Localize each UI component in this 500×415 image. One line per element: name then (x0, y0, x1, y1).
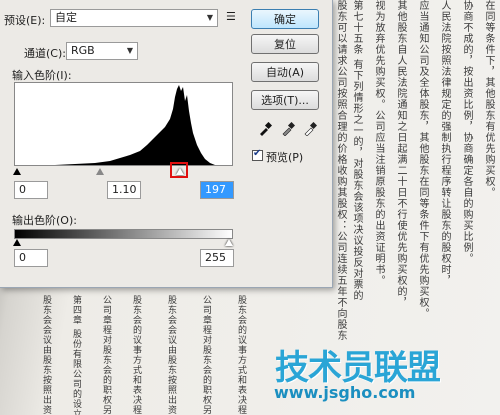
output-black-field[interactable]: 0 (14, 249, 48, 267)
input-black-field[interactable]: 0 (14, 181, 48, 199)
output-levels-label: 输出色阶(O): (12, 214, 77, 227)
watermark-url: www.jsgho.com (274, 383, 416, 402)
output-gradient (14, 229, 233, 239)
doc-column: 协商不成的，按出资比例，协商确定各自的购买比例。 (461, 0, 472, 264)
input-slider-track (14, 166, 233, 176)
ok-button[interactable]: 确定 (251, 9, 319, 29)
output-black-slider[interactable] (13, 239, 21, 246)
chevron-down-icon: ▼ (126, 46, 133, 55)
input-gamma-field[interactable]: 1.10 (107, 181, 141, 199)
input-levels-label: 输入色阶(I): (12, 69, 72, 82)
watermark-logo: 技术员联盟 (275, 348, 441, 388)
doc-column: 股东会的议事方式和表决程序，除本法有规定的外 (236, 295, 246, 415)
input-gamma-slider[interactable] (96, 168, 104, 175)
chevron-down-icon: ▼ (206, 13, 213, 22)
preview-label: 预览(P) (266, 151, 304, 164)
doc-column: 在同等条件下，其他股东有优先购买权。 (483, 0, 494, 198)
doc-column: 公司章程对股东会的职权另有规定的，从其规定 (201, 295, 211, 415)
doc-column: 应当通知公司及全体股东，其他股东在同等条件下有优先购买权。 (417, 0, 428, 319)
doc-column: 第四章 股份有限公司的设立和组织机构 (71, 295, 81, 415)
histogram (14, 82, 233, 166)
preset-label: 预设(E): (4, 14, 46, 27)
doc-column: 其他股东自人民法院通知之日起满二十日不行使优先购买权的， (395, 0, 406, 308)
channel-dropdown[interactable]: RGB ▼ (66, 42, 138, 60)
doc-column: 人民法院按照法律规定的强制执行程序转让股东的股权时， (439, 0, 450, 286)
black-eyedropper-icon[interactable] (258, 122, 272, 136)
output-white-field[interactable]: 255 (200, 249, 234, 267)
doc-column: 股东会会议由股东按照出资比例行使表决权 (41, 295, 51, 415)
highlight-box (170, 162, 188, 178)
auto-button[interactable]: 自动(A) (251, 62, 319, 82)
white-eyedropper-icon[interactable] (303, 122, 317, 136)
doc-column: 第七十五条 有下列情形之一的，对股东会该项决议投反对票的 (351, 0, 362, 302)
preset-value: 自定 (55, 11, 77, 24)
histogram-graph (55, 85, 215, 165)
reset-button[interactable]: 复位 (251, 34, 319, 54)
doc-column: 公司章程对股东会的职权另有规定的，从其规定 (101, 295, 111, 415)
doc-column: 股东会会议由股东按照出资比例行使表决权 (166, 295, 176, 415)
doc-column: 视为放弃优先购买权。公司应当注销原股东的出资证明书。 (373, 0, 384, 286)
doc-column: 股东可以请求公司按照合理的价格收购其股权：公司连续五年不向股东分配利润 (335, 0, 346, 340)
preset-dropdown[interactable]: 自定 ▼ (50, 9, 218, 27)
input-white-field[interactable]: 197 (200, 181, 234, 199)
gray-eyedropper-icon[interactable] (281, 122, 295, 136)
options-button[interactable]: 选项(T)... (251, 90, 319, 110)
preview-checkbox[interactable]: ✔ (252, 148, 263, 161)
levels-dialog: 预设(E): 自定 ▼ ☰ 通道(C): RGB ▼ 输入色阶(I): 0 1.… (0, 0, 333, 288)
input-black-slider[interactable] (13, 168, 21, 175)
channel-value: RGB (71, 44, 95, 57)
preset-menu-icon[interactable]: ☰ (226, 10, 236, 23)
checkmark-icon: ✔ (253, 148, 262, 159)
channel-label: 通道(C): (24, 47, 66, 60)
output-white-slider[interactable] (225, 239, 233, 246)
doc-column: 股东会的议事方式和表决程序，除本法有规定的外 (131, 295, 141, 415)
